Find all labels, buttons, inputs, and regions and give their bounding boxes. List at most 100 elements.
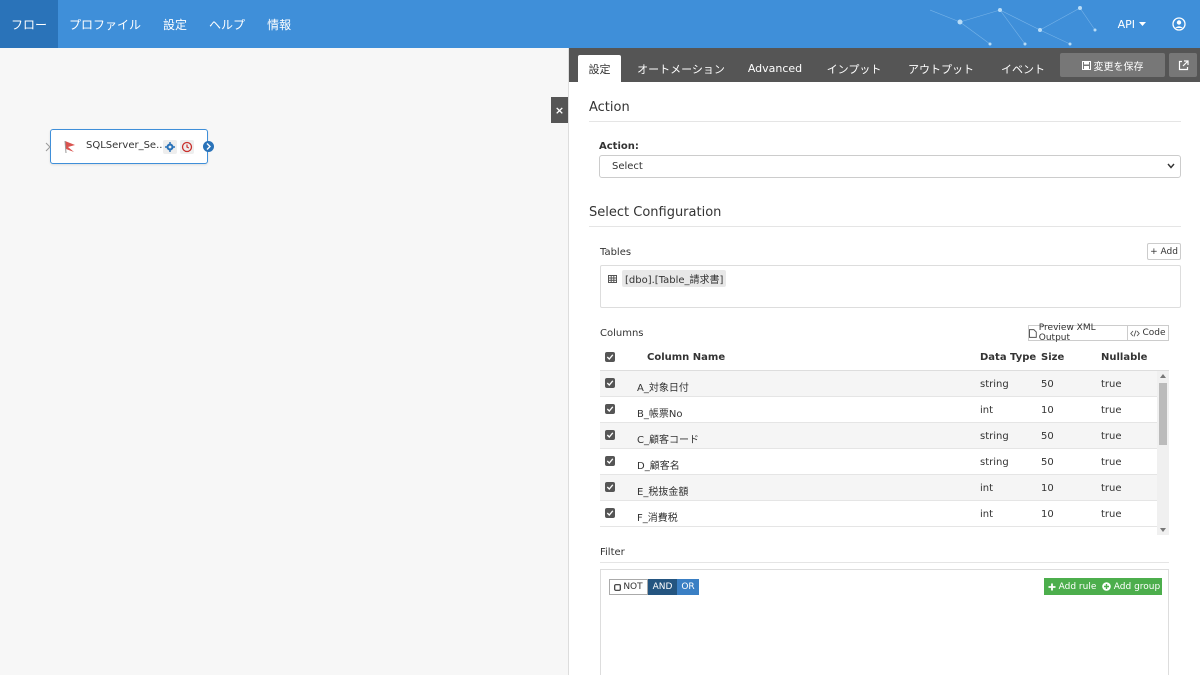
user-circle-icon[interactable] xyxy=(1172,17,1186,31)
tab-output[interactable]: アウトプット xyxy=(903,55,979,82)
row-checkbox[interactable] xyxy=(605,430,615,440)
code-icon xyxy=(1130,329,1141,337)
add-table-button[interactable]: + Add xyxy=(1147,243,1181,260)
cell-data-type: int xyxy=(980,483,994,494)
check-icon xyxy=(606,432,614,438)
cell-data-type: int xyxy=(980,509,994,520)
row-checkbox[interactable] xyxy=(605,456,615,466)
and-button[interactable]: AND xyxy=(648,579,677,595)
table-row[interactable]: B_帳票No int 10 true xyxy=(600,397,1157,423)
scroll-down-icon[interactable] xyxy=(1160,528,1166,532)
open-external-button[interactable] xyxy=(1169,53,1197,77)
external-link-icon xyxy=(1178,59,1189,70)
col-header-name: Column Name xyxy=(647,352,726,363)
columns-scrollbar[interactable] xyxy=(1157,371,1169,535)
check-icon xyxy=(606,354,614,360)
api-label: API xyxy=(1117,17,1135,31)
nav-info[interactable]: 情報 xyxy=(256,0,302,48)
table-row[interactable]: F_消費税 int 10 true xyxy=(600,501,1157,527)
select-all-checkbox[interactable] xyxy=(605,352,615,362)
check-icon xyxy=(606,510,614,516)
nav-settings[interactable]: 設定 xyxy=(152,0,198,48)
cell-data-type: int xyxy=(980,405,994,416)
table-row[interactable]: A_対象日付 string 50 true xyxy=(600,371,1157,397)
action-section-title: Action xyxy=(589,100,630,115)
scrollbar-thumb[interactable] xyxy=(1159,383,1167,445)
cell-nullable: true xyxy=(1101,431,1122,442)
cell-column-name: F_消費税 xyxy=(637,513,678,524)
cell-data-type: string xyxy=(980,457,1009,468)
cell-data-type: string xyxy=(980,379,1009,390)
cell-nullable: true xyxy=(1101,379,1122,390)
add-group-button[interactable]: Add group xyxy=(1100,578,1162,595)
add-group-label: Add group xyxy=(1113,581,1161,592)
select-config-title: Select Configuration xyxy=(589,205,722,220)
action-select[interactable]: Select xyxy=(599,155,1181,178)
nav-profile[interactable]: プロファイル xyxy=(58,0,152,48)
or-button[interactable]: OR xyxy=(677,579,699,595)
tab-event[interactable]: イベント xyxy=(994,55,1052,82)
cell-data-type: string xyxy=(980,431,1009,442)
columns-label: Columns xyxy=(600,328,644,339)
plus-circle-icon xyxy=(1101,582,1111,591)
nav-flow[interactable]: フロー xyxy=(0,0,59,48)
scroll-up-icon[interactable] xyxy=(1160,374,1166,378)
table-row[interactable]: D_顧客名 string 50 true xyxy=(600,449,1157,475)
add-rule-label: Add rule xyxy=(1058,581,1097,592)
check-icon xyxy=(606,484,614,490)
nav-help[interactable]: ヘルプ xyxy=(198,0,256,48)
cell-size: 50 xyxy=(1041,431,1054,442)
cell-nullable: true xyxy=(1101,483,1122,494)
add-rule-button[interactable]: Add rule xyxy=(1044,578,1100,595)
row-checkbox[interactable] xyxy=(605,378,615,388)
cell-size: 10 xyxy=(1041,509,1054,520)
divider xyxy=(589,226,1181,227)
filter-builder: NOT AND OR Add rule Add group xyxy=(600,569,1169,675)
top-navbar: フロー プロファイル 設定 ヘルプ 情報 API xyxy=(0,0,1200,48)
preview-xml-button[interactable]: Preview XML Output xyxy=(1028,323,1128,343)
save-changes-button[interactable]: 変更を保存 xyxy=(1060,53,1165,77)
api-menu[interactable]: API xyxy=(1118,18,1146,31)
check-icon xyxy=(606,406,614,412)
not-toggle[interactable]: NOT xyxy=(609,579,648,595)
caret-down-icon xyxy=(1139,21,1146,26)
col-header-size: Size xyxy=(1041,352,1065,363)
node-label: SQLServer_Se... xyxy=(86,140,166,151)
columns-table-header: Column Name Data Type Size Nullable xyxy=(600,344,1169,371)
action-select-value: Select xyxy=(612,161,643,172)
save-changes-label: 変更を保存 xyxy=(1093,61,1144,73)
flow-node-sqlserver[interactable]: SQLServer_Se... xyxy=(45,129,214,164)
flow-canvas[interactable]: SQLServer_Se... xyxy=(0,48,568,675)
chevron-down-icon xyxy=(1167,163,1175,169)
row-checkbox[interactable] xyxy=(605,404,615,414)
code-label: Code xyxy=(1142,328,1166,338)
action-label: Action: xyxy=(599,141,639,152)
cell-nullable: true xyxy=(1101,457,1122,468)
input-port-icon xyxy=(45,142,51,152)
row-checkbox[interactable] xyxy=(605,482,615,492)
not-label: NOT xyxy=(623,582,643,592)
code-button[interactable]: Code xyxy=(1127,325,1169,341)
tab-advanced[interactable]: Advanced xyxy=(744,55,806,82)
cell-column-name: C_顧客コード xyxy=(637,435,699,446)
output-port-icon[interactable] xyxy=(203,141,214,152)
table-row[interactable]: C_顧客コード string 50 true xyxy=(600,423,1157,449)
table-chip[interactable]: [dbo].[Table_請求書] xyxy=(608,270,727,287)
table-icon xyxy=(608,274,617,283)
row-checkbox[interactable] xyxy=(605,508,615,518)
sqlserver-icon xyxy=(64,140,75,154)
check-icon xyxy=(606,458,614,464)
cell-column-name: D_顧客名 xyxy=(637,461,680,472)
columns-table-body[interactable]: A_対象日付 string 50 true B_帳票No int 10 true… xyxy=(600,371,1169,535)
network-decoration xyxy=(930,6,1097,46)
col-header-nullable: Nullable xyxy=(1101,352,1148,363)
clock-icon[interactable] xyxy=(180,140,194,154)
table-name: [dbo].[Table_請求書] xyxy=(622,270,727,287)
tab-input[interactable]: インプット xyxy=(819,55,889,82)
close-panel-button[interactable]: × xyxy=(551,97,568,123)
tab-automation[interactable]: オートメーション xyxy=(631,55,731,82)
gear-icon[interactable] xyxy=(163,140,177,154)
table-row[interactable]: E_税抜金額 int 10 true xyxy=(600,475,1157,501)
tab-settings[interactable]: 設定 xyxy=(578,55,621,82)
plus-icon xyxy=(1048,583,1056,590)
